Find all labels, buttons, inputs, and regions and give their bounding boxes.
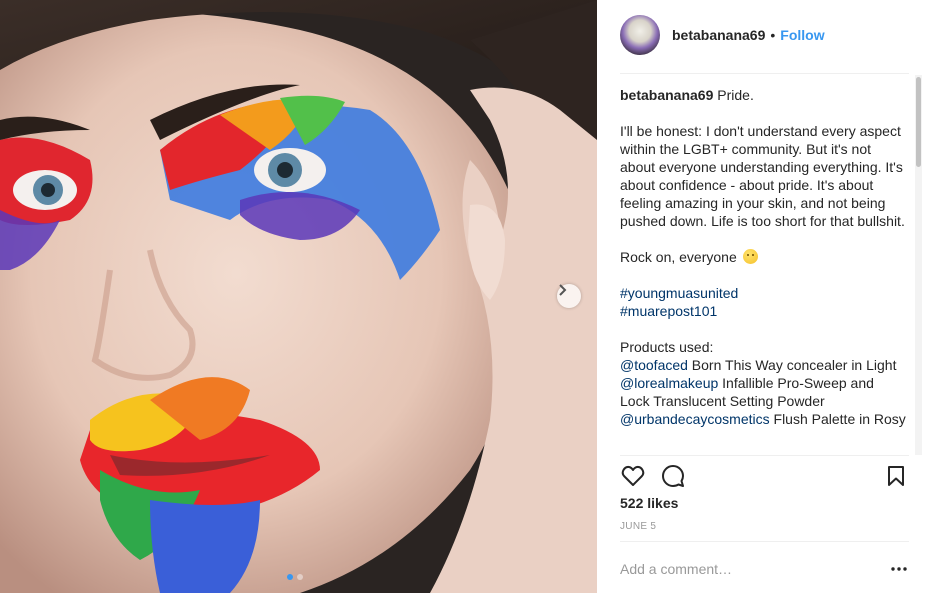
caption-author-link[interactable]: betabanana69 [620, 87, 713, 103]
heart-icon[interactable] [620, 463, 646, 489]
post-photo[interactable] [0, 0, 597, 593]
caption-scrollbar[interactable] [915, 75, 922, 455]
comment-divider [620, 541, 909, 542]
caption: betabanana69 Pride. I'll be honest: I do… [620, 86, 906, 452]
caption-first-line: betabanana69 Pride. [620, 86, 906, 104]
post-side-panel: betabanana69 • Follow betabanana69 Pride… [597, 0, 925, 593]
face-paint-image [0, 0, 597, 593]
product-item: @lorealmakeup Infallible Pro-Sweep and L… [620, 374, 906, 410]
product-item: @urbandecaycosmetics Flush Palette in Ro… [620, 410, 906, 428]
header-divider [620, 73, 909, 74]
product-text: Born This Way concealer in Light [687, 357, 897, 373]
hashtag-link[interactable]: #muarepost101 [620, 303, 717, 319]
carousel-dot [297, 574, 303, 580]
products-heading: Products used: [620, 339, 714, 355]
separator-dot: • [770, 27, 776, 43]
comment-bar [620, 556, 909, 582]
product-item: @toofaced Born This Way concealer in Lig… [620, 356, 906, 374]
caption-rock-on: Rock on, everyone [620, 248, 906, 266]
post-header: betabanana69 • Follow [620, 12, 909, 58]
carousel-next-button[interactable] [557, 284, 581, 308]
product-text: Flush Palette in Rosy [769, 411, 906, 427]
follow-button[interactable]: Follow [780, 27, 824, 43]
comment-bubble-icon[interactable] [660, 463, 686, 489]
caption-rock-on-text: Rock on, everyone [620, 249, 737, 265]
post-date[interactable]: JUNE 5 [620, 521, 656, 532]
caption-title: Pride. [717, 87, 754, 103]
comment-input[interactable] [620, 561, 889, 577]
hashtag-link[interactable]: #youngmuasunited [620, 285, 738, 301]
carousel-dot [287, 574, 293, 580]
action-bar [620, 462, 909, 490]
scrollbar-thumb[interactable] [916, 77, 921, 167]
chevron-right-icon [559, 284, 567, 296]
actions-divider [620, 455, 909, 456]
smile-emoji-icon [742, 249, 758, 264]
mention-link[interactable]: @urbandecaycosmetics [620, 411, 770, 427]
carousel-indicator [287, 574, 303, 580]
caption-body: I'll be honest: I don't understand every… [620, 123, 905, 229]
mention-link[interactable]: @lorealmakeup [620, 375, 718, 391]
likes-count[interactable]: 522 likes [620, 495, 678, 511]
avatar[interactable] [620, 15, 660, 55]
username-link[interactable]: betabanana69 [672, 27, 765, 43]
bookmark-icon[interactable] [883, 463, 909, 489]
more-dots-icon[interactable] [889, 559, 909, 579]
mention-link[interactable]: @toofaced [620, 357, 688, 373]
